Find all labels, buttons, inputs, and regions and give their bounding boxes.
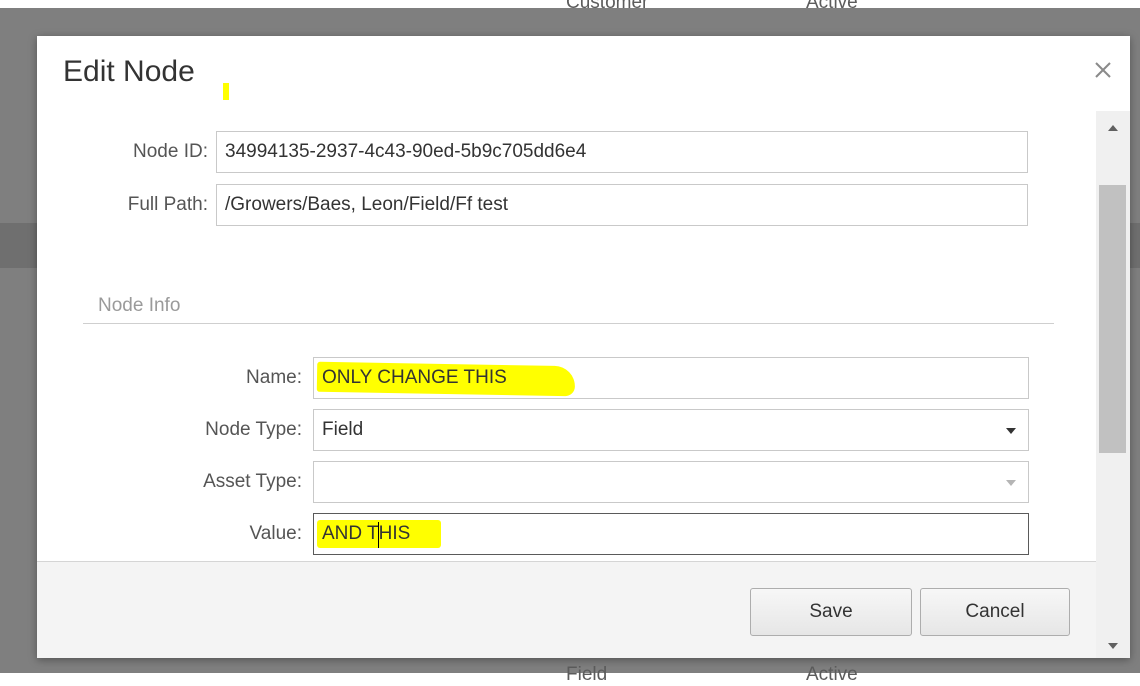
close-button[interactable] xyxy=(1090,57,1116,83)
section-divider xyxy=(83,323,1054,324)
node-type-label: Node Type: xyxy=(205,419,302,440)
full-path-value: /Growers/Baes, Leon/Field/Ff test xyxy=(225,194,509,215)
chevron-down-icon xyxy=(1006,428,1016,434)
full-path-field[interactable]: /Growers/Baes, Leon/Field/Ff test xyxy=(216,184,1028,226)
dialog-body: Node ID: 34994135-2937-4c43-90ed-5b9c705… xyxy=(37,111,1130,561)
asset-type-row: Asset Type: xyxy=(37,461,1029,503)
dialog-header: Edit Node xyxy=(37,36,1130,111)
text-cursor xyxy=(378,522,379,548)
background-column-header: Customer xyxy=(566,0,649,13)
asset-type-label: Asset Type: xyxy=(203,471,302,492)
asset-type-select[interactable] xyxy=(313,461,1029,503)
cancel-button[interactable]: Cancel xyxy=(920,588,1070,636)
node-type-row: Node Type: Field xyxy=(37,409,1029,451)
section-title: Node Info xyxy=(98,295,181,316)
full-path-label: Full Path: xyxy=(127,194,208,215)
dialog-title: Edit Node xyxy=(63,55,195,88)
background-column-header: Active xyxy=(806,0,858,13)
name-field[interactable]: ONLY CHANGE THIS xyxy=(313,357,1029,399)
node-id-value: 34994135-2937-4c43-90ed-5b9c705dd6e4 xyxy=(225,141,587,162)
name-label: Name: xyxy=(246,367,302,388)
save-button[interactable]: Save xyxy=(750,588,912,636)
dialog-scrollbar[interactable] xyxy=(1096,111,1130,658)
chevron-down-icon xyxy=(1006,480,1016,486)
scroll-thumb[interactable] xyxy=(1099,185,1126,453)
scroll-up-icon[interactable] xyxy=(1108,125,1118,131)
full-path-row: Full Path: /Growers/Baes, Leon/Field/Ff … xyxy=(37,184,1028,226)
node-id-row: Node ID: 34994135-2937-4c43-90ed-5b9c705… xyxy=(37,131,1028,173)
value-row: Value: AND THIS xyxy=(37,513,1029,555)
background-cell: Active xyxy=(806,664,858,685)
node-id-field[interactable]: 34994135-2937-4c43-90ed-5b9c705dd6e4 xyxy=(216,131,1028,173)
node-type-value: Field xyxy=(322,419,364,440)
background-cell: Field xyxy=(566,664,608,685)
edit-node-dialog: Edit Node Node ID: 34994135-2937-4c43-90… xyxy=(37,36,1130,658)
node-type-select[interactable]: Field xyxy=(313,409,1029,451)
value-field[interactable]: AND THIS xyxy=(313,513,1029,555)
name-row: Name: ONLY CHANGE THIS xyxy=(37,357,1029,399)
node-id-label: Node ID: xyxy=(133,141,208,162)
name-value: ONLY CHANGE THIS xyxy=(322,367,507,388)
value-value: AND THIS xyxy=(322,523,411,544)
close-icon xyxy=(1095,62,1111,78)
title-highlight-mark xyxy=(223,83,229,100)
dialog-footer: Save Cancel xyxy=(37,561,1096,658)
scroll-down-icon[interactable] xyxy=(1108,643,1118,649)
value-label: Value: xyxy=(249,523,302,544)
